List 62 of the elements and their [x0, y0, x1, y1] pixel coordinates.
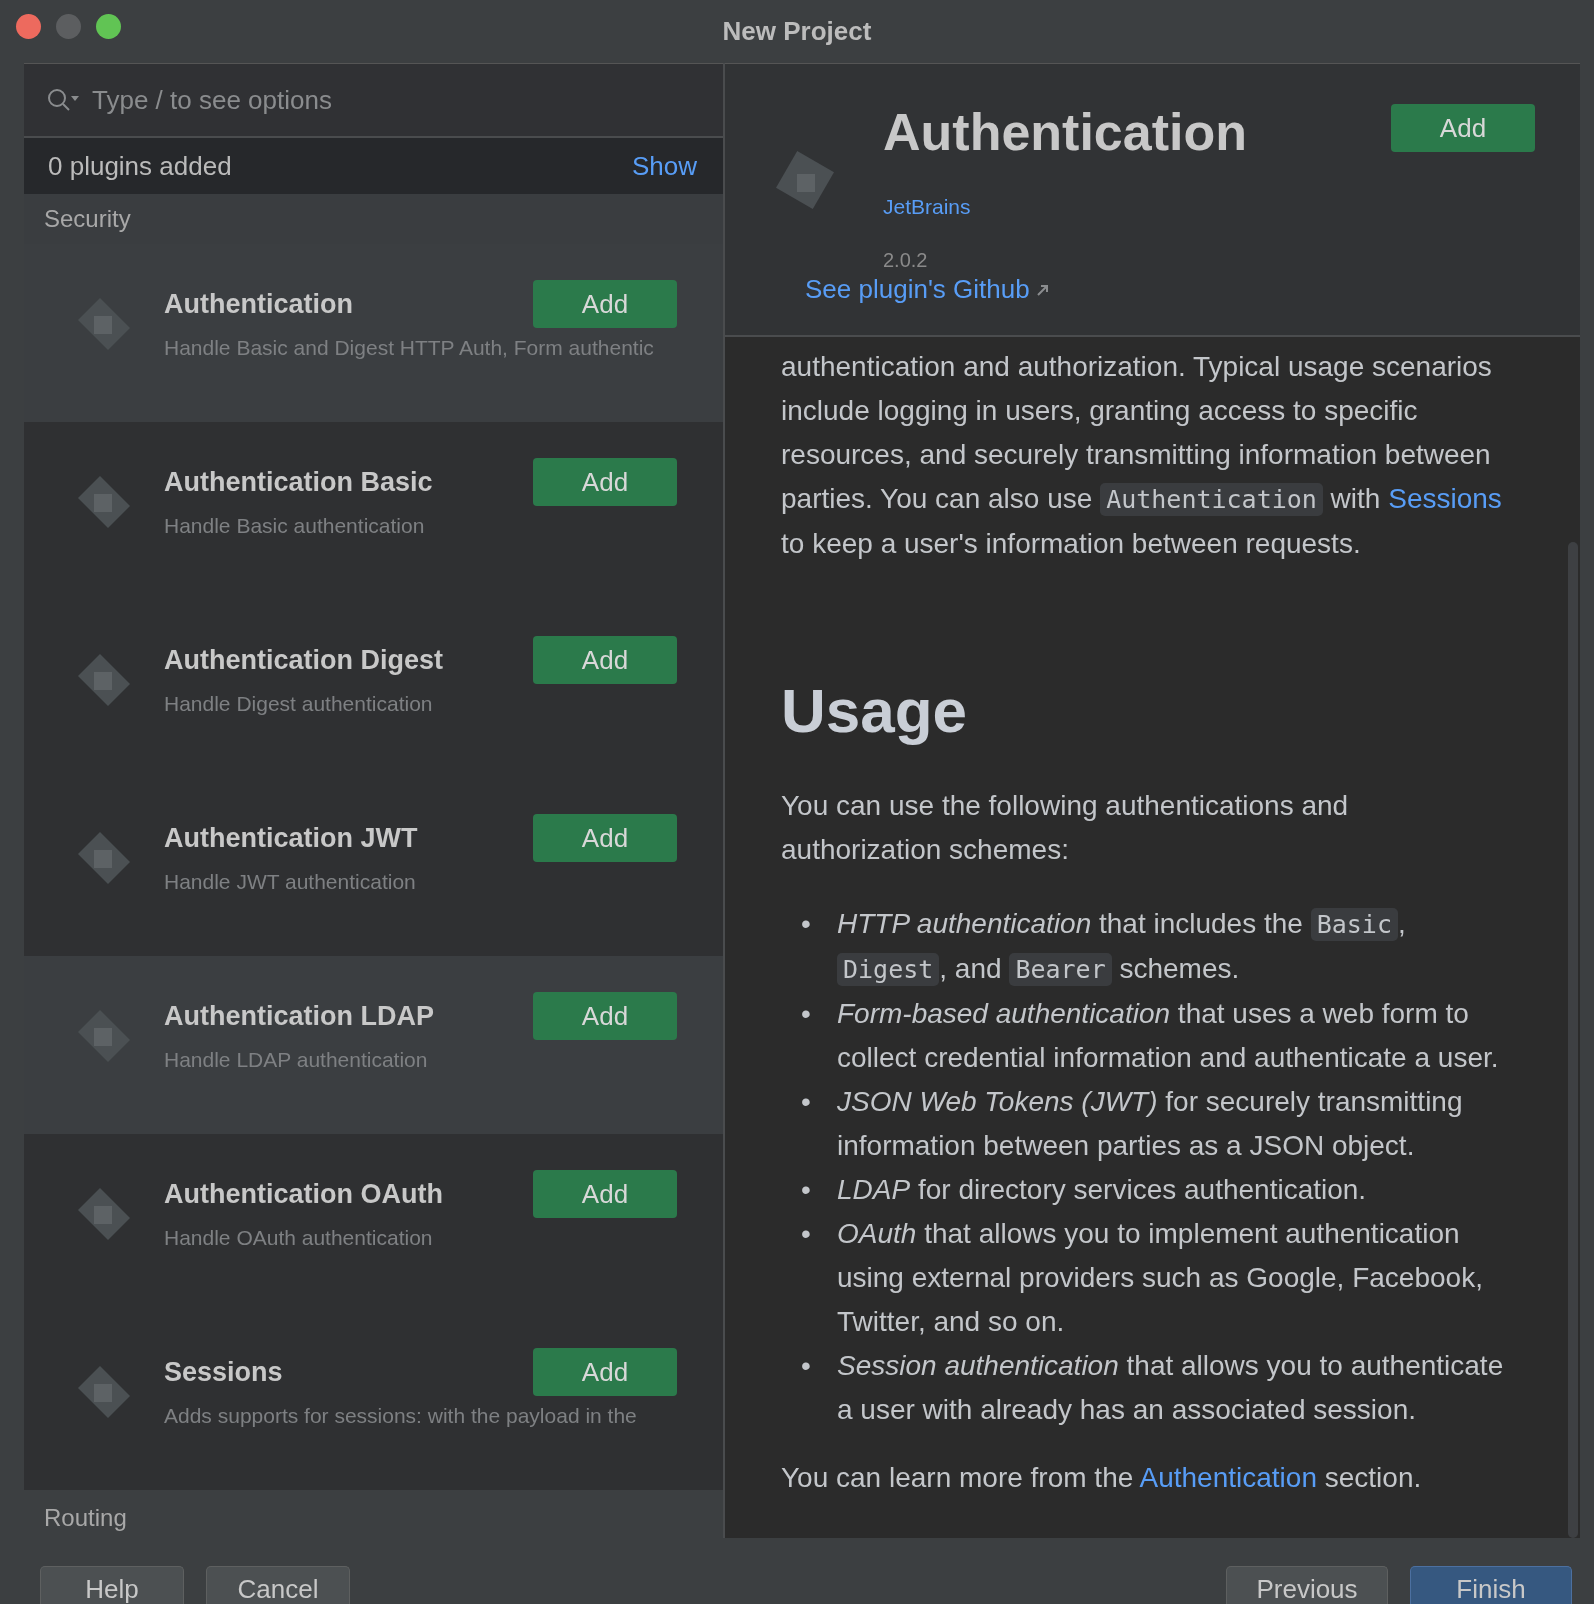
- footer-button[interactable]: Finish: [1410, 1566, 1572, 1604]
- list-item: HTTP authentication that includes the Basic , Digest , and Bearer schemes.: [837, 907, 1407, 989]
- list-item: Session authentication that allows you to authenticate a user with already has an associated session.: [837, 1349, 1505, 1428]
- bullet: •: [801, 997, 812, 1032]
- plugin-description: Handle LDAP authentication: [164, 1048, 428, 1071]
- footer-button[interactable]: Previous: [1226, 1566, 1388, 1604]
- add-button[interactable]: Add: [533, 1170, 677, 1218]
- vendor-link[interactable]: JetBrains: [883, 191, 971, 223]
- show-link[interactable]: Show: [631, 146, 697, 186]
- search-field[interactable]: Type / to see options: [92, 64, 723, 136]
- plugins-count: 0 plugins added: [48, 149, 232, 183]
- zoom-button[interactable]: [96, 14, 121, 39]
- section-heading: Usage: [781, 676, 968, 745]
- add-button[interactable]: Add: [533, 992, 677, 1040]
- scrollbar[interactable]: [1568, 542, 1578, 1538]
- plugin-description: Handle JWT authentication: [164, 870, 416, 893]
- add-button[interactable]: Add: [533, 280, 677, 328]
- list-item: LDAP for directory services authentication.: [837, 1173, 1367, 1208]
- footer-button[interactable]: Help: [40, 1566, 184, 1604]
- plugin-icon: [773, 148, 837, 212]
- footer-button[interactable]: Cancel: [206, 1566, 350, 1604]
- plugin-description: Handle Basic and Digest HTTP Auth, Form authentic: [164, 336, 654, 359]
- search-icon: [46, 87, 80, 113]
- plugin-description: Adds supports for sessions: with the payload in the: [164, 1404, 637, 1427]
- plugin-description: Handle Basic authentication: [164, 514, 425, 537]
- plugin-description: Handle OAuth authentication: [164, 1226, 433, 1249]
- plugin-name: Authentication: [164, 287, 353, 321]
- plugin-name: Authentication OAuth: [164, 1177, 443, 1211]
- bullet: •: [801, 1349, 812, 1384]
- plugin-name: Authentication Basic: [164, 465, 433, 499]
- plugin-name: Authentication JWT: [164, 821, 418, 855]
- paragraph: authentication and authorization. Typical usage scenarios include logging in users, granting access to specific resources, and securely transmitting information between parties. You can also use Authentication with Sessions to keep a user's information between requests.: [781, 350, 1503, 561]
- list-item: JSON Web Tokens (JWT) for securely transmitting information between parties as a JSON object.: [837, 1085, 1464, 1164]
- group-header: Security: [44, 204, 131, 234]
- add-button[interactable]: Add: [533, 636, 677, 684]
- paragraph: You can use the following authentications and authorization schemes:: [781, 789, 1350, 868]
- add-button[interactable]: Add: [533, 814, 677, 862]
- add-button[interactable]: Add: [533, 458, 677, 506]
- bullet: •: [801, 907, 812, 942]
- bullet: •: [801, 1173, 812, 1208]
- github-link[interactable]: See plugin's Github: [805, 270, 1030, 309]
- close-button[interactable]: [16, 14, 41, 39]
- add-button[interactable]: Add: [533, 1348, 677, 1396]
- plugin-name: Authentication LDAP: [164, 999, 434, 1033]
- add-button[interactable]: Add: [1391, 104, 1535, 152]
- external-link-icon: [1035, 282, 1050, 297]
- paragraph: You can learn more from the Authentication section.: [781, 1461, 1423, 1496]
- plugin-row[interactable]: Authentication Add Handle Basic and Digest HTTP Auth, Form authentic: [24, 244, 723, 422]
- bullet: •: [801, 1085, 812, 1120]
- list-item: OAuth that allows you to implement authentication using external providers such as Google, Facebook, Twitter, and so on.: [837, 1217, 1484, 1340]
- window-title: New Project: [722, 15, 872, 48]
- plugin-name: Authentication Digest: [164, 643, 443, 677]
- plugin-title: Authentication: [883, 104, 1248, 162]
- bullet: •: [801, 1217, 812, 1252]
- list-item: Form-based authentication that uses a web form to collect credential information and authenticate a user.: [837, 997, 1500, 1076]
- link[interactable]: Sessions: [1388, 483, 1502, 514]
- version-label: 2.0.2: [883, 247, 928, 273]
- link[interactable]: Authentication: [1139, 1462, 1317, 1494]
- plugin-row[interactable]: Authentication LDAP Add Handle LDAP authentication: [24, 956, 723, 1134]
- plugin-description: Handle Digest authentication: [164, 692, 433, 715]
- plugin-name: Sessions: [164, 1355, 283, 1389]
- group-header: Routing: [44, 1504, 127, 1531]
